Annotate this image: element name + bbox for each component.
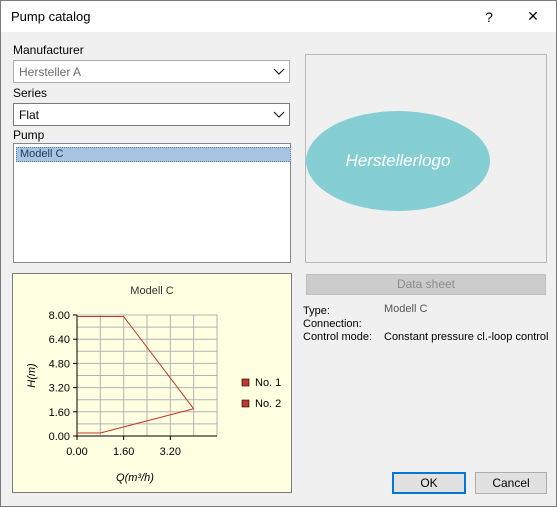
manufacturer-label: Manufacturer — [13, 43, 84, 57]
close-button[interactable]: ✕ — [515, 1, 551, 32]
connection-key: Connection: — [303, 318, 362, 330]
chevron-down-icon — [273, 68, 285, 75]
data-sheet-button[interactable]: Data sheet — [306, 274, 546, 295]
control-mode-key: Control mode: — [303, 331, 373, 343]
legend-label: No. 2 — [255, 398, 281, 410]
series-select[interactable]: Flat — [13, 103, 290, 126]
chevron-down-icon — [273, 111, 285, 118]
pump-list[interactable]: Modell C — [13, 143, 291, 263]
help-button[interactable]: ? — [471, 1, 507, 32]
y-tick-label: 1.60 — [49, 407, 70, 419]
y-axis-label: H(m) — [26, 363, 38, 388]
type-value: Modell C — [384, 303, 428, 315]
control-mode-value: Constant pressure cl.-loop control — [384, 331, 549, 343]
x-tick-label: 0.00 — [66, 446, 87, 458]
close-icon: ✕ — [527, 8, 539, 24]
legend-label: No. 1 — [255, 377, 281, 389]
x-tick-label: 1.60 — [113, 446, 134, 458]
x-tick-label: 3.20 — [160, 446, 181, 458]
series-label: Series — [13, 86, 48, 100]
manufacturer-logo-panel: Herstellerlogo — [305, 54, 547, 263]
help-icon: ? — [485, 8, 493, 25]
chart-svg: Modell C 0.00 1.60 3.20 4.80 6.40 8.00 0.00 1.60… — [26, 285, 281, 484]
list-item[interactable]: Modell C — [16, 147, 291, 162]
chart-title: Modell C — [130, 285, 173, 297]
y-tick-label: 3.20 — [49, 383, 70, 395]
y-tick-label: 6.40 — [49, 334, 70, 346]
cancel-button[interactable]: Cancel — [475, 472, 547, 494]
series-value: Flat — [19, 108, 40, 122]
pump-label: Pump — [13, 128, 45, 142]
y-tick-label: 8.00 — [49, 310, 70, 322]
window-title: Pump catalog — [11, 9, 91, 24]
y-tick-label: 4.80 — [49, 358, 70, 370]
manufacturer-select[interactable]: Hersteller A — [13, 60, 290, 83]
title-bar: Pump catalog ? ✕ — [1, 1, 556, 32]
manufacturer-logo: Herstellerlogo — [306, 111, 490, 211]
legend-swatch — [241, 378, 250, 387]
type-key: Type: — [303, 305, 330, 317]
logo-text: Herstellerlogo — [345, 151, 451, 170]
legend-swatch — [241, 399, 250, 408]
pump-curve-chart: Modell C 0.00 1.60 3.20 4.80 6.40 8.00 0.00 1.60… — [12, 273, 292, 493]
x-axis-label: Q(m³/h) — [116, 472, 154, 484]
ok-button[interactable]: OK — [392, 472, 466, 494]
pump-catalog-dialog: Pump catalog ? ✕ Manufacturer Hersteller… — [0, 0, 557, 507]
manufacturer-value: Hersteller A — [19, 65, 82, 79]
y-tick-label: 0.00 — [49, 431, 70, 443]
